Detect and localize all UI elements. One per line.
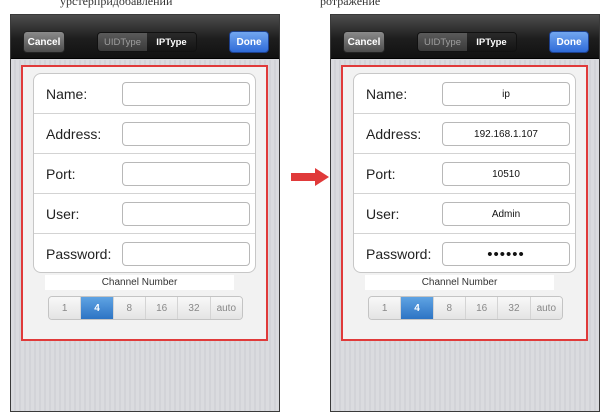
user-label: User: — [46, 206, 80, 222]
top-caption-strip: урстерпридобавлении ротражение — [0, 0, 601, 14]
field-row-password: Password: — [354, 234, 575, 272]
channel-option-16[interactable]: 16 — [465, 297, 499, 319]
name-label: Name: — [46, 86, 88, 102]
password-label: Password: — [366, 246, 432, 262]
password-input[interactable] — [442, 242, 570, 266]
port-input[interactable] — [122, 162, 250, 186]
field-row-user: User: — [354, 194, 575, 234]
password-input[interactable] — [122, 242, 250, 266]
address-input[interactable] — [442, 122, 570, 146]
cancel-button[interactable]: Cancel — [23, 31, 65, 53]
type-segmented-control: UIDType IPType — [97, 32, 197, 52]
channel-option-1[interactable]: 1 — [369, 297, 402, 319]
channel-number-label: Channel Number — [365, 275, 554, 290]
field-row-port: Port: — [354, 154, 575, 194]
channel-option-1[interactable]: 1 — [49, 297, 82, 319]
nav-bar: Cancel UIDType IPType Done — [11, 15, 279, 59]
field-row-name: Name: — [354, 74, 575, 114]
phone-screen-filled: Cancel UIDType IPType Done Name: Address… — [330, 14, 600, 412]
top-caption-right: ротражение — [320, 0, 381, 8]
field-row-user: User: — [34, 194, 255, 234]
port-label: Port: — [46, 166, 76, 182]
field-row-address: Address: — [354, 114, 575, 154]
user-label: User: — [366, 206, 400, 222]
field-row-address: Address: — [34, 114, 255, 154]
channel-segmented-control: 1 4 8 16 32 auto — [48, 296, 243, 320]
channel-option-4[interactable]: 4 — [401, 297, 434, 319]
port-input[interactable] — [442, 162, 570, 186]
address-label: Address: — [366, 126, 422, 142]
channel-option-auto[interactable]: auto — [210, 297, 242, 319]
password-label: Password: — [46, 246, 112, 262]
phone-screen-empty: Cancel UIDType IPType Done Name: Address… — [10, 14, 280, 412]
channel-option-16[interactable]: 16 — [145, 297, 179, 319]
user-input[interactable] — [122, 202, 250, 226]
address-input[interactable] — [122, 122, 250, 146]
channel-option-32[interactable]: 32 — [178, 297, 211, 319]
done-button[interactable]: Done — [549, 31, 589, 53]
channel-option-8[interactable]: 8 — [113, 297, 146, 319]
channel-number-label: Channel Number — [45, 275, 234, 290]
name-input[interactable] — [122, 82, 250, 106]
form-content: Name: Address: Port: User: Password: — [11, 60, 279, 411]
right-arrow-icon — [291, 168, 329, 186]
segment-uidtype[interactable]: UIDType — [98, 33, 147, 51]
top-caption-left: урстерпридобавлении — [60, 0, 173, 8]
name-input[interactable] — [442, 82, 570, 106]
user-input[interactable] — [442, 202, 570, 226]
done-button[interactable]: Done — [229, 31, 269, 53]
channel-segmented-control: 1 4 8 16 32 auto — [368, 296, 563, 320]
channel-option-4[interactable]: 4 — [81, 297, 114, 319]
field-row-name: Name: — [34, 74, 255, 114]
segment-iptype[interactable]: IPType — [147, 33, 196, 51]
cancel-button[interactable]: Cancel — [343, 31, 385, 53]
highlight-frame: Name: Address: Port: User: Password: — [341, 65, 588, 341]
field-row-port: Port: — [34, 154, 255, 194]
form-content: Name: Address: Port: User: Password: — [331, 60, 599, 411]
channel-option-32[interactable]: 32 — [498, 297, 531, 319]
fields-group: Name: Address: Port: User: Password: — [33, 73, 256, 273]
channel-option-8[interactable]: 8 — [433, 297, 466, 319]
fields-group: Name: Address: Port: User: Password: — [353, 73, 576, 273]
highlight-frame: Name: Address: Port: User: Password: — [21, 65, 268, 341]
segment-uidtype[interactable]: UIDType — [418, 33, 467, 51]
field-row-password: Password: — [34, 234, 255, 272]
channel-option-auto[interactable]: auto — [530, 297, 562, 319]
port-label: Port: — [366, 166, 396, 182]
name-label: Name: — [366, 86, 408, 102]
nav-bar: Cancel UIDType IPType Done — [331, 15, 599, 59]
address-label: Address: — [46, 126, 102, 142]
segment-iptype[interactable]: IPType — [467, 33, 516, 51]
type-segmented-control: UIDType IPType — [417, 32, 517, 52]
